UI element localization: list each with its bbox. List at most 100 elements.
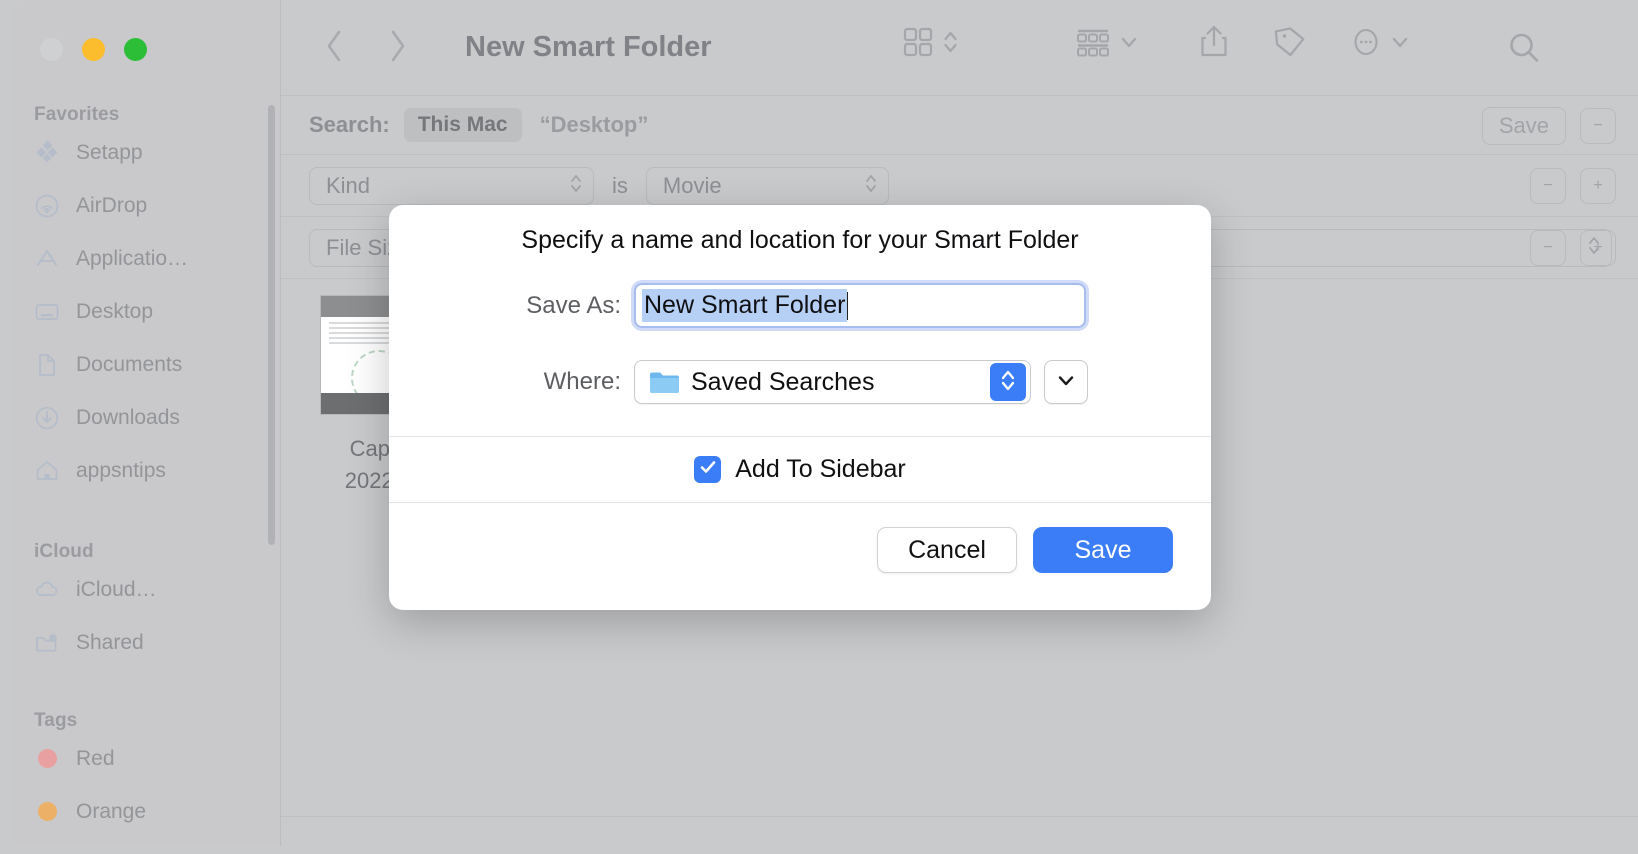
remove-criteria-button[interactable]: − (1530, 168, 1566, 204)
airdrop-icon (34, 193, 60, 219)
toolbar: New Smart Folder (281, 0, 1638, 96)
add-to-sidebar-checkbox[interactable] (694, 456, 721, 483)
criteria-operator: is (612, 173, 628, 199)
add-criteria-button[interactable]: + (1580, 168, 1616, 204)
share-button[interactable] (1197, 24, 1231, 65)
navigation-arrows (323, 27, 409, 70)
chevron-down-icon (1054, 368, 1078, 397)
sidebar-item-label: AirDrop (76, 194, 147, 218)
sidebar-item-shared[interactable]: Shared (14, 616, 281, 669)
sidebar-item-tag-red[interactable]: Red (14, 732, 281, 785)
where-popup-button[interactable]: Saved Searches (634, 360, 1031, 404)
add-to-sidebar-row[interactable]: Add To Sidebar (389, 437, 1211, 502)
criteria-attribute-select[interactable]: Kind (309, 167, 594, 205)
chevron-up-down-icon (864, 169, 878, 203)
group-by-button[interactable] (1074, 25, 1139, 64)
criteria-value: Movie (663, 173, 852, 199)
sidebar-item-icloud-drive[interactable]: iCloud… (14, 563, 281, 616)
scope-desktop[interactable]: “Desktop” (540, 112, 649, 138)
remove-criteria-button[interactable]: − (1530, 230, 1566, 266)
sidebar-section-tags: Tags Red Orange (14, 710, 281, 838)
sidebar-item-label: Documents (76, 353, 182, 377)
sidebar-scrollbar[interactable] (268, 105, 275, 545)
downloads-icon (34, 405, 60, 431)
criteria-value-select[interactable]: Movie (646, 167, 889, 205)
sidebar-item-label: Setapp (76, 141, 143, 165)
save-as-label: Save As: (389, 292, 634, 320)
save-as-value: New Smart Folder (642, 289, 847, 322)
sidebar-item-label: Desktop (76, 300, 153, 324)
view-options-button[interactable] (901, 25, 959, 64)
more-options-icon (1349, 25, 1383, 64)
icloud-icon (34, 577, 60, 603)
search-bar-actions: Save − (1482, 107, 1616, 145)
criteria-attribute-value: Kind (326, 173, 557, 199)
up-down-chevron-icon (998, 366, 1018, 399)
desktop-icon (34, 299, 60, 325)
dialog-actions: Cancel Save (389, 503, 1211, 573)
save-button[interactable]: Save (1033, 527, 1173, 573)
tag-button[interactable] (1273, 25, 1307, 64)
grid-view-icon (901, 25, 935, 64)
search-icon (1506, 53, 1542, 70)
page-title: New Smart Folder (465, 31, 712, 64)
setapp-icon (34, 140, 60, 166)
forward-button[interactable] (387, 27, 409, 70)
cancel-button[interactable]: Cancel (877, 527, 1017, 573)
criteria-row-actions: − + (1530, 168, 1616, 204)
minimize-button[interactable] (82, 38, 105, 61)
sidebar-item-applications[interactable]: Applicatio… (14, 232, 281, 285)
documents-icon (34, 352, 60, 378)
expand-browser-button[interactable] (1044, 360, 1088, 404)
tag-dot-icon (34, 799, 60, 825)
sidebar-item-label: Red (76, 747, 115, 771)
close-button[interactable] (40, 38, 63, 61)
chevron-up-down-icon (569, 169, 583, 203)
back-button[interactable] (323, 27, 345, 70)
status-bar-divider (281, 816, 1638, 817)
save-as-input[interactable]: New Smart Folder (634, 283, 1086, 328)
view-chevron-icon (942, 25, 959, 64)
search-label: Search: (309, 112, 390, 138)
remove-search-button[interactable]: − (1580, 108, 1616, 144)
traffic-light-buttons (40, 38, 147, 61)
search-scope-bar: Search: This Mac “Desktop” Save − (281, 96, 1638, 155)
sidebar-item-documents[interactable]: Documents (14, 338, 281, 391)
share-icon (1197, 47, 1231, 64)
blue-folder-icon (649, 370, 680, 395)
sidebar-item-label: Applicatio… (76, 247, 188, 271)
finder-window-screenshot: Favorites Setapp (0, 0, 1638, 854)
tag-dot-icon (34, 746, 60, 772)
group-chevron-icon (1119, 25, 1139, 64)
sidebar-item-tag-orange[interactable]: Orange (14, 785, 281, 838)
sidebar-item-airdrop[interactable]: AirDrop (14, 179, 281, 232)
sidebar-item-label: appsntips (76, 459, 166, 483)
sidebar-section-favorites: Favorites Setapp (14, 104, 281, 497)
more-options-button[interactable] (1349, 25, 1410, 64)
sidebar-item-setapp[interactable]: Setapp (14, 126, 281, 179)
where-value: Saved Searches (691, 368, 990, 397)
sidebar-item-home[interactable]: appsntips (14, 444, 281, 497)
sidebar-item-label: Downloads (76, 406, 180, 430)
shared-folder-icon (34, 630, 60, 656)
add-criteria-button[interactable]: + (1580, 230, 1616, 266)
sidebar-item-desktop[interactable]: Desktop (14, 285, 281, 338)
save-smart-folder-dialog: Specify a name and location for your Sma… (389, 205, 1211, 610)
group-by-icon (1074, 25, 1112, 64)
finder-window: Favorites Setapp (14, 0, 1638, 846)
where-row: Where: Saved Searches (389, 360, 1211, 404)
applications-icon (34, 246, 60, 272)
save-search-button[interactable]: Save (1482, 107, 1566, 145)
sidebar-item-downloads[interactable]: Downloads (14, 391, 281, 444)
where-stepper[interactable] (990, 363, 1026, 401)
sidebar-section-header: Tags (14, 710, 281, 732)
search-button[interactable] (1506, 30, 1542, 71)
sidebar-item-label: Orange (76, 800, 146, 824)
maximize-button[interactable] (124, 38, 147, 61)
scope-this-mac[interactable]: This Mac (404, 108, 522, 142)
criteria-row-actions: − + (1530, 230, 1616, 266)
sidebar-item-label: Shared (76, 631, 144, 655)
sidebar: Favorites Setapp (14, 0, 281, 846)
more-chevron-icon (1390, 25, 1410, 64)
where-label: Where: (389, 368, 634, 396)
